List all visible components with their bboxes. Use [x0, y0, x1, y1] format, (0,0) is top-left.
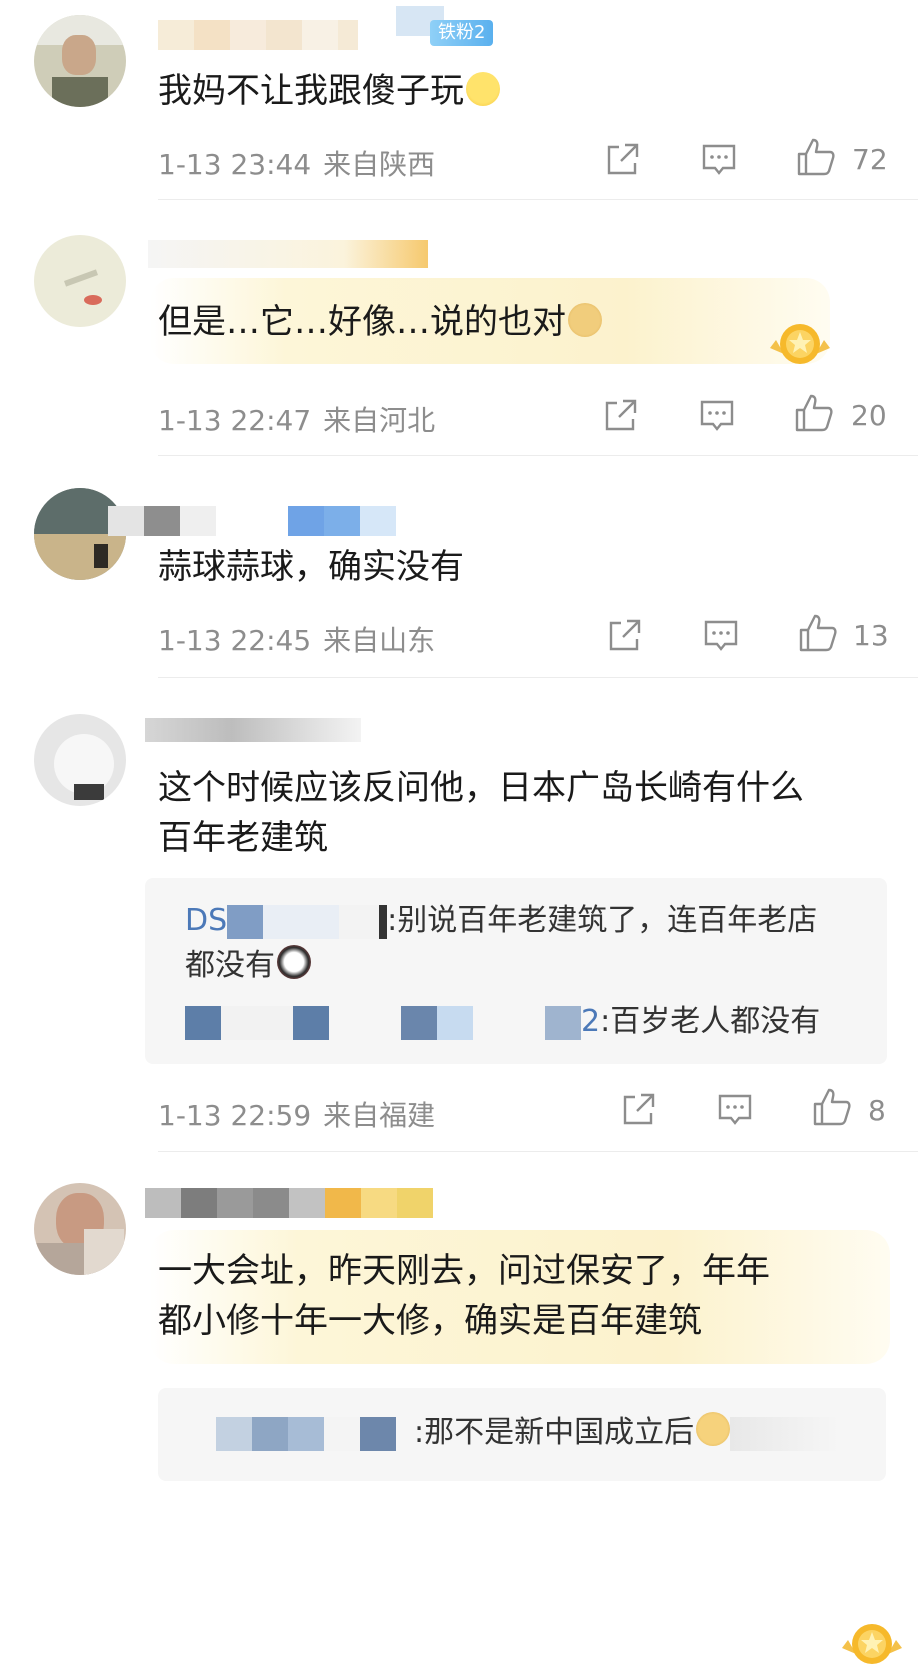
- username-blurred[interactable]: [148, 240, 428, 268]
- comment-2: 但是…它…好像…说的也对 1-13 22:47 来自河北 20: [0, 200, 918, 456]
- comment-time: 1-13 22:47: [158, 404, 312, 437]
- reply-text: :百岁老人都没有: [600, 1004, 821, 1039]
- username-blur-block: [185, 1005, 221, 1040]
- username-blur-block: [379, 904, 388, 939]
- username-blurred[interactable]: [145, 718, 361, 742]
- reply-username[interactable]: DS: [185, 903, 227, 938]
- share-icon[interactable]: [607, 617, 643, 653]
- comment-4: 这个时候应该反问他，日本广岛长崎有什么 百年老建筑 DS :别说百年老建筑了，连百…: [0, 678, 918, 1152]
- reply-item-continued: 都没有: [185, 944, 311, 988]
- comment-location: 来自福建: [323, 1099, 436, 1132]
- comment-location: 来自山东: [323, 624, 436, 657]
- username-blurred[interactable]: [158, 20, 358, 50]
- avatar[interactable]: [34, 714, 126, 806]
- comment-3: 蒜球蒜球，确实没有 1-13 22:45 来自山东 13: [0, 456, 918, 678]
- username-blur-block: [339, 904, 380, 939]
- username-blur-block: [324, 1416, 360, 1451]
- fan-badge: 铁粉2: [430, 20, 494, 46]
- username-blurred[interactable]: [108, 506, 396, 536]
- reply-text: 都没有: [185, 948, 275, 983]
- comment-meta: 1-13 22:47 来自河北: [158, 399, 435, 439]
- share-icon[interactable]: [605, 141, 641, 177]
- gold-medal-icon: [770, 324, 830, 364]
- username-blur-block: [545, 1005, 581, 1040]
- reply-item[interactable]: :那不是新中国成立后: [216, 1411, 841, 1455]
- smile-emoji: [466, 72, 500, 106]
- reply-item[interactable]: DS :别说百年老建筑了，连百年老店: [185, 899, 817, 943]
- comment-text-line: 这个时候应该反问他，日本广岛长崎有什么: [158, 768, 804, 808]
- like-count: 20: [851, 399, 887, 432]
- comment-icon[interactable]: [701, 141, 737, 177]
- like-count: 8: [868, 1094, 886, 1127]
- avatar[interactable]: [34, 235, 126, 327]
- comment-text-line: 都小修十年一大修，确实是百年建筑: [158, 1301, 702, 1341]
- panda-emoji: [277, 945, 311, 979]
- comment-icon[interactable]: [717, 1091, 753, 1127]
- username-blur-block: [288, 1416, 324, 1451]
- comment-text-line: 百年老建筑: [158, 818, 328, 858]
- cat-emoji: [696, 1412, 731, 1446]
- gold-medal-icon: [842, 1624, 902, 1664]
- comment-text: 我妈不让我跟傻子玩: [158, 66, 500, 116]
- comment-1: 铁粉2 我妈不让我跟傻子玩 1-13 23:44 来自陕西 72: [0, 0, 918, 200]
- thumb-up-icon[interactable]: [812, 1087, 852, 1127]
- like-count: 13: [853, 619, 889, 652]
- reply-text: :别说百年老建筑了，连百年老店: [387, 903, 818, 938]
- reply-box[interactable]: :那不是新中国成立后: [158, 1388, 886, 1481]
- comment-location: 来自河北: [323, 404, 436, 437]
- username-blurred[interactable]: [145, 1188, 433, 1218]
- comment-icon[interactable]: [703, 617, 739, 653]
- share-icon[interactable]: [621, 1091, 657, 1127]
- truncation-blur: [730, 1416, 841, 1451]
- username-blur-block: [473, 1005, 545, 1040]
- username-blur-block: [437, 1005, 473, 1040]
- comment-text: 一大会址，昨天刚去，问过保安了，年年 都小修十年一大修，确实是百年建筑: [158, 1246, 770, 1346]
- comment-5: 一大会址，昨天刚去，问过保安了，年年 都小修十年一大修，确实是百年建筑 :那不是…: [0, 1152, 918, 1664]
- avatar[interactable]: [34, 15, 126, 107]
- reply-item[interactable]: 2:百岁老人都没有: [185, 1000, 820, 1044]
- thumb-up-icon[interactable]: [798, 613, 838, 653]
- comment-text-line: 一大会址，昨天刚去，问过保安了，年年: [158, 1251, 770, 1291]
- share-icon[interactable]: [603, 397, 639, 433]
- username-blur-block: [221, 1005, 293, 1040]
- avatar[interactable]: [34, 1183, 126, 1275]
- comment-meta: 1-13 22:59 来自福建: [158, 1094, 435, 1134]
- like-count: 72: [852, 143, 888, 176]
- comment-text: 这个时候应该反问他，日本广岛长崎有什么 百年老建筑: [158, 763, 804, 863]
- thumb-up-icon[interactable]: [796, 137, 836, 177]
- comment-location: 来自陕西: [323, 148, 436, 181]
- comment-time: 1-13 22:59: [158, 1099, 312, 1132]
- comment-text: 蒜球蒜球，确实没有: [158, 547, 464, 587]
- reply-username[interactable]: 2: [581, 1004, 600, 1039]
- username-blur-block: [360, 1416, 396, 1451]
- comment-time: 1-13 23:44: [158, 148, 312, 181]
- username-blur-block: [329, 1005, 401, 1040]
- username-blur-block: [263, 904, 340, 939]
- username-blur-block: [252, 1416, 288, 1451]
- comment-time: 1-13 22:45: [158, 624, 312, 657]
- username-blur-block: [227, 904, 264, 939]
- comment-icon[interactable]: [699, 397, 735, 433]
- comment-meta: 1-13 23:44 来自陕西: [158, 143, 435, 183]
- username-blur-block: [396, 1416, 414, 1451]
- username-blur-block: [401, 1005, 437, 1040]
- reply-text: :那不是新中国成立后: [414, 1415, 695, 1450]
- reply-box[interactable]: DS :别说百年老建筑了，连百年老店 都没有 2:百岁老人都没有: [145, 878, 887, 1064]
- comment-meta: 1-13 22:45 来自山东: [158, 619, 435, 659]
- doge-emoji: [568, 303, 602, 337]
- comment-text: 但是…它…好像…说的也对: [158, 297, 602, 347]
- username-blur-block: [216, 1416, 252, 1451]
- thumb-up-icon[interactable]: [794, 393, 834, 433]
- username-blur-block: [293, 1005, 329, 1040]
